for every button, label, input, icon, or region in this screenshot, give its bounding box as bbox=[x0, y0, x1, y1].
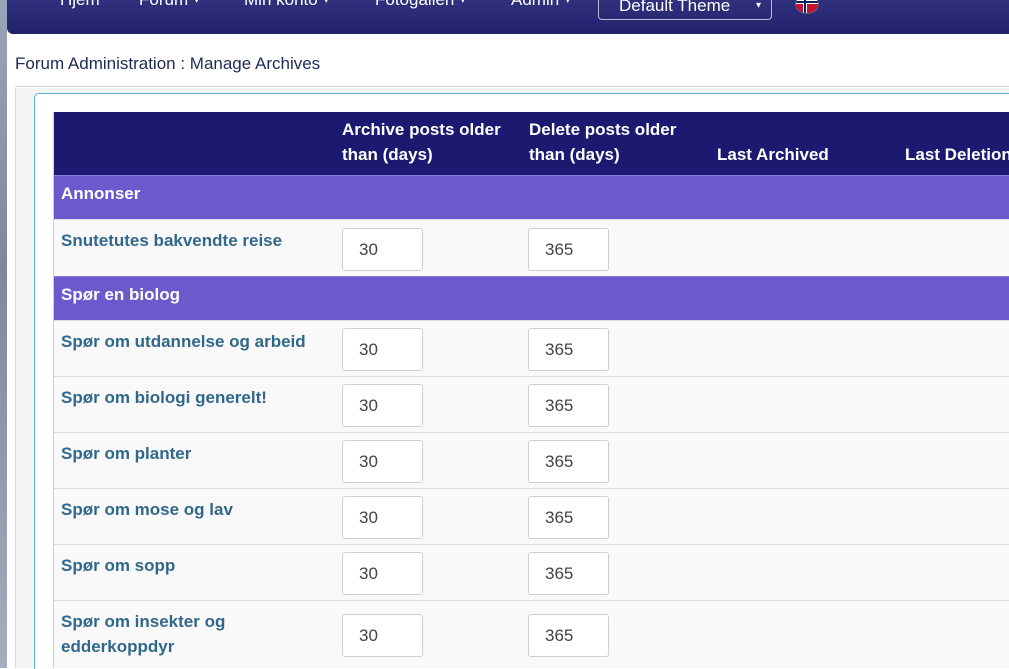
table-row: Spør om planter bbox=[54, 432, 1009, 488]
chevron-down-icon: ▾ bbox=[194, 0, 200, 6]
header-line: than (days) bbox=[342, 145, 433, 164]
category-row: Spør en biolog bbox=[54, 276, 1009, 321]
forum-link[interactable]: Spør om planter bbox=[61, 441, 191, 466]
delete-days-input[interactable] bbox=[528, 384, 609, 427]
table-row: Spør om mose og lav bbox=[54, 488, 1009, 544]
table-row: Spør om biologi generelt! bbox=[54, 376, 1009, 432]
norway-flag-icon[interactable] bbox=[795, 0, 819, 14]
forum-link[interactable]: Spør om sopp bbox=[61, 553, 175, 578]
window-left-edge bbox=[0, 0, 7, 668]
divider bbox=[15, 86, 1009, 87]
table-row: Snutetutes bakvendte reise bbox=[54, 219, 1009, 276]
breadcrumb: Forum Administration : Manage Archives bbox=[15, 54, 321, 73]
table-row: Spør om insekter og edderkoppdyr bbox=[54, 600, 1009, 668]
nav-item-label: Fotogalleri bbox=[375, 0, 454, 9]
nav-item-label: Min konto bbox=[244, 0, 318, 9]
delete-days-input[interactable] bbox=[528, 552, 609, 595]
column-header-last-archived: Last Archived bbox=[717, 145, 829, 164]
nav-item-fotogalleri[interactable]: Fotogalleri ▾ bbox=[375, 0, 465, 11]
delete-days-input[interactable] bbox=[528, 440, 609, 483]
theme-select-value: Default Theme bbox=[619, 0, 731, 15]
forum-link[interactable]: Spør om mose og lav bbox=[61, 497, 233, 522]
nav-item-hjem[interactable]: Hjem bbox=[60, 0, 100, 10]
delete-days-input[interactable] bbox=[528, 228, 609, 271]
archive-days-input[interactable] bbox=[342, 496, 423, 539]
table-row: Spør om sopp bbox=[54, 544, 1009, 600]
chevron-down-icon: ▾ bbox=[460, 0, 466, 6]
nav-item-forum[interactable]: Forum ▾ bbox=[139, 0, 199, 11]
nav-item-min-konto[interactable]: Min konto ▾ bbox=[244, 0, 329, 11]
forum-link[interactable]: Snutetutes bakvendte reise bbox=[61, 228, 282, 253]
forum-link[interactable]: Spør om utdannelse og arbeid bbox=[61, 329, 306, 354]
column-header-last-deletion: Last Deletion bbox=[905, 145, 1009, 164]
category-name: Spør en biolog bbox=[61, 285, 180, 304]
header-line: Delete posts older bbox=[529, 120, 677, 139]
nav-item-label: Admin bbox=[511, 0, 559, 9]
archive-days-input[interactable] bbox=[342, 552, 423, 595]
header-line: Archive posts older bbox=[342, 120, 501, 139]
archives-table: Archive posts older than (days) Delete p… bbox=[53, 112, 1009, 668]
category-name: Annonser bbox=[61, 184, 141, 203]
nav-item-label: Hjem bbox=[60, 0, 100, 9]
delete-days-input[interactable] bbox=[528, 614, 609, 657]
delete-days-input[interactable] bbox=[528, 496, 609, 539]
archive-days-input[interactable] bbox=[342, 384, 423, 427]
category-row: Annonser bbox=[54, 175, 1009, 220]
archive-days-input[interactable] bbox=[342, 328, 423, 371]
chevron-down-icon: ▾ bbox=[756, 0, 762, 11]
chevron-down-icon: ▾ bbox=[323, 0, 329, 6]
delete-days-input[interactable] bbox=[528, 328, 609, 371]
theme-select[interactable]: Default Theme ▾ bbox=[598, 0, 772, 20]
forum-link-line: Spør om insekter og bbox=[61, 612, 226, 631]
column-header-archive: Archive posts older than (days) bbox=[342, 117, 501, 167]
chevron-down-icon: ▾ bbox=[565, 0, 571, 6]
forum-link[interactable]: Spør om insekter og edderkoppdyr bbox=[61, 609, 225, 659]
table-row: Spør om utdannelse og arbeid bbox=[54, 320, 1009, 376]
header-line: than (days) bbox=[529, 145, 620, 164]
top-navbar: Hjem Forum ▾ Min konto ▾ Fotogalleri ▾ Admi… bbox=[7, 0, 1009, 34]
archive-days-input[interactable] bbox=[342, 440, 423, 483]
column-header-delete: Delete posts older than (days) bbox=[529, 117, 676, 167]
nav-item-label: Forum bbox=[139, 0, 188, 9]
forum-link-line: edderkoppdyr bbox=[61, 637, 175, 656]
table-header: Archive posts older than (days) Delete p… bbox=[54, 112, 1009, 175]
archive-days-input[interactable] bbox=[342, 228, 423, 271]
nav-item-admin[interactable]: Admin ▾ bbox=[511, 0, 570, 11]
forum-link[interactable]: Spør om biologi generelt! bbox=[61, 385, 267, 410]
archive-days-input[interactable] bbox=[342, 614, 423, 657]
